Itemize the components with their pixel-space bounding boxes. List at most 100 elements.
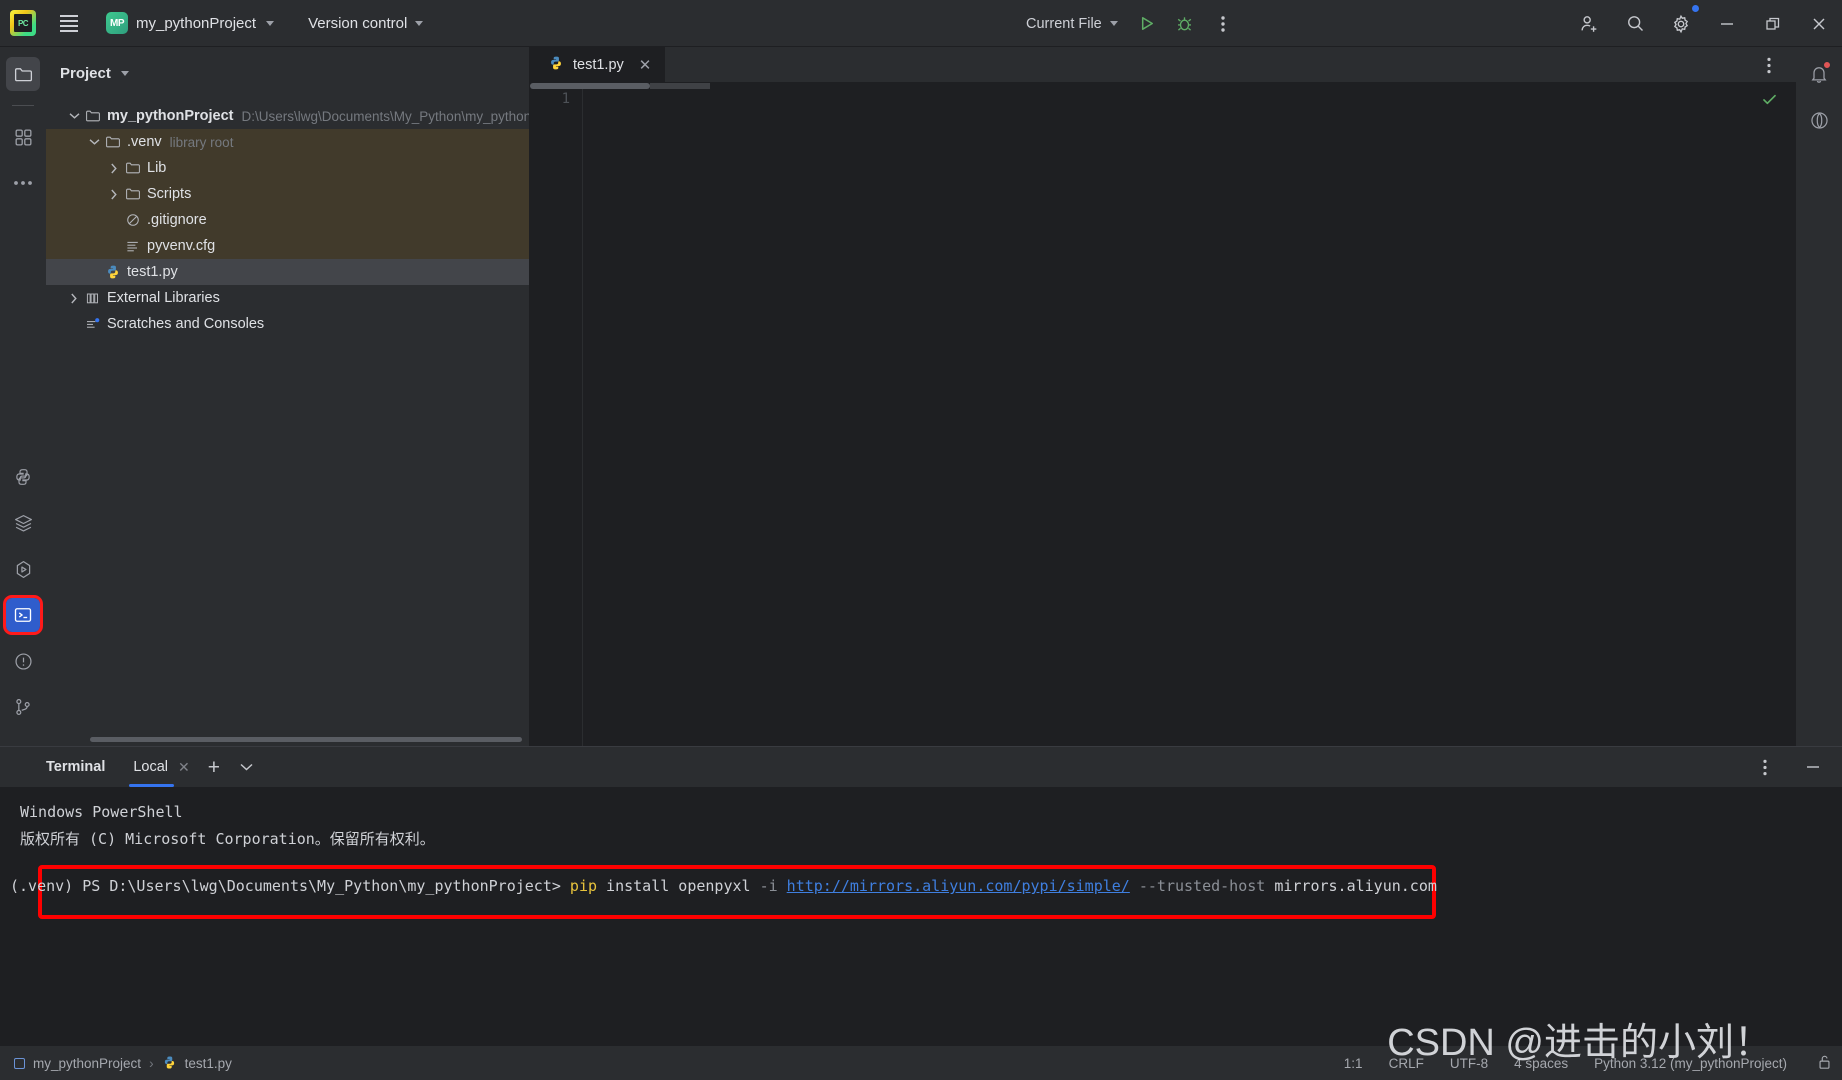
status-bar: my_pythonProject › test1.py 1:1 CRLF UTF… bbox=[0, 1046, 1842, 1080]
project-horizontal-scrollbar[interactable] bbox=[90, 737, 522, 742]
sidebar-item-structure[interactable] bbox=[6, 120, 40, 154]
terminal-prompt: (.venv) PS D:\Users\lwg\Documents\My_Pyt… bbox=[10, 877, 561, 895]
code-editor[interactable]: 1 bbox=[530, 83, 1796, 746]
file-encoding[interactable]: UTF-8 bbox=[1450, 1056, 1488, 1071]
chevron-right-icon[interactable] bbox=[66, 293, 82, 304]
folder-icon bbox=[82, 108, 104, 124]
maximize-icon[interactable] bbox=[1750, 0, 1796, 47]
code-content[interactable] bbox=[582, 83, 1796, 746]
more-options-icon[interactable] bbox=[1748, 750, 1782, 784]
close-icon[interactable]: ✕ bbox=[178, 759, 190, 776]
tree-node-pyvenv-cfg[interactable]: pyvenv.cfg bbox=[46, 233, 529, 259]
terminal-header-actions bbox=[1748, 747, 1830, 787]
folder-icon bbox=[122, 160, 144, 176]
sidebar-item-python-packages[interactable] bbox=[6, 460, 40, 494]
indent-setting[interactable]: 4 spaces bbox=[1514, 1056, 1568, 1071]
tree-node-external-libraries[interactable]: External Libraries bbox=[46, 285, 529, 311]
sidebar-item-project[interactable] bbox=[6, 57, 40, 91]
terminal-url-link[interactable]: http://mirrors.aliyun.com/pypi/simple/ bbox=[787, 877, 1130, 895]
chevron-down-icon bbox=[1109, 21, 1118, 26]
chevron-right-icon[interactable] bbox=[106, 163, 122, 174]
tree-node-scripts[interactable]: Scripts bbox=[46, 181, 529, 207]
python-interpreter[interactable]: Python 3.12 (my_pythonProject) bbox=[1594, 1056, 1787, 1071]
minimize-icon[interactable] bbox=[1704, 0, 1750, 47]
more-actions-icon[interactable] bbox=[1206, 7, 1240, 41]
settings-update-badge bbox=[1691, 4, 1700, 13]
breadcrumb: my_pythonProject › test1.py bbox=[14, 1055, 232, 1071]
search-everywhere-icon[interactable] bbox=[1612, 0, 1658, 47]
more-options-icon[interactable] bbox=[1752, 48, 1786, 82]
breadcrumb-project[interactable]: my_pythonProject bbox=[33, 1056, 141, 1071]
tree-node-label: Lib bbox=[147, 160, 167, 176]
logo-text: PC bbox=[17, 18, 29, 28]
sidebar-item-run[interactable] bbox=[6, 552, 40, 586]
editor-tab-test1[interactable]: test1.py ✕ bbox=[530, 46, 666, 83]
main-body: Project my_pythonProject D:\Users\lwg\Doc… bbox=[0, 46, 1842, 746]
terminal-command-line[interactable]: (.venv) PS D:\Users\lwg\Documents\My_Pyt… bbox=[10, 873, 1437, 900]
sidebar-item-version-control[interactable] bbox=[6, 690, 40, 724]
terminal-output[interactable]: Windows PowerShell 版权所有 (C) Microsoft Co… bbox=[0, 787, 1842, 1046]
terminal-header: Terminal Local ✕ + bbox=[0, 747, 1842, 787]
tree-node-venv[interactable]: .venv library root bbox=[46, 129, 529, 155]
tree-node-test1-py[interactable]: test1.py bbox=[46, 259, 529, 285]
inspection-ok-icon[interactable] bbox=[1761, 91, 1778, 113]
notifications-icon[interactable] bbox=[1802, 57, 1836, 91]
tree-node-gitignore[interactable]: .gitignore bbox=[46, 207, 529, 233]
rail-divider bbox=[12, 105, 34, 106]
project-badge: MP bbox=[106, 12, 128, 34]
left-tool-rail bbox=[0, 47, 46, 746]
tree-node-label: my_pythonProject bbox=[107, 108, 234, 124]
project-selector[interactable]: MP my_pythonProject bbox=[98, 8, 282, 38]
right-tool-rail bbox=[1796, 47, 1842, 746]
chevron-down-icon[interactable] bbox=[120, 70, 129, 76]
project-tool-window: Project my_pythonProject D:\Users\lwg\Doc… bbox=[46, 47, 530, 746]
gitignore-icon bbox=[122, 212, 144, 228]
terminal-tab-local[interactable]: Local ✕ bbox=[129, 747, 190, 787]
title-bar-right-actions bbox=[1566, 0, 1842, 47]
chevron-down-icon[interactable] bbox=[86, 138, 102, 146]
run-icon[interactable] bbox=[1130, 7, 1164, 41]
sidebar-item-problems[interactable] bbox=[6, 644, 40, 678]
caret-position[interactable]: 1:1 bbox=[1344, 1056, 1363, 1071]
terminal-command-args: install openpyxl bbox=[597, 877, 760, 895]
folder-icon bbox=[102, 134, 124, 150]
settings-icon[interactable] bbox=[1658, 0, 1704, 47]
project-panel-header[interactable]: Project bbox=[46, 55, 529, 91]
line-separator[interactable]: CRLF bbox=[1389, 1056, 1424, 1071]
pycharm-window: PC MP my_pythonProject Version control C… bbox=[0, 0, 1842, 1080]
tree-node-scratches-and-consoles[interactable]: Scratches and Consoles bbox=[46, 311, 529, 337]
add-icon[interactable]: + bbox=[208, 757, 220, 778]
chevron-down-icon[interactable] bbox=[240, 758, 253, 776]
terminal-flag-index: -i bbox=[759, 877, 778, 895]
add-user-icon[interactable] bbox=[1566, 0, 1612, 47]
unlocked-icon[interactable] bbox=[1817, 1054, 1832, 1073]
tree-node-sublabel: library root bbox=[169, 134, 234, 150]
run-configuration-selector[interactable]: Current File bbox=[1018, 11, 1126, 37]
tree-node-label: Scripts bbox=[147, 186, 192, 202]
close-icon[interactable] bbox=[1796, 0, 1842, 47]
sidebar-item-more-tool-windows[interactable] bbox=[6, 166, 40, 200]
minimize-icon[interactable] bbox=[1796, 750, 1830, 784]
editor-horizontal-scrollbar[interactable] bbox=[530, 83, 650, 89]
scratches-icon bbox=[82, 316, 104, 332]
editor-tab-actions bbox=[1752, 47, 1786, 83]
tree-node-my-pythonproject[interactable]: my_pythonProject D:\Users\lwg\Documents\M… bbox=[46, 103, 529, 129]
ai-assistant-icon[interactable] bbox=[1802, 103, 1836, 137]
sidebar-item-services[interactable] bbox=[6, 506, 40, 540]
line-number: 1 bbox=[561, 91, 570, 107]
breadcrumb-separator: › bbox=[149, 1055, 154, 1071]
close-icon[interactable]: ✕ bbox=[639, 56, 652, 74]
breadcrumb-file[interactable]: test1.py bbox=[185, 1056, 232, 1071]
chevron-right-icon[interactable] bbox=[106, 189, 122, 200]
sidebar-item-terminal[interactable] bbox=[3, 595, 43, 635]
debug-icon[interactable] bbox=[1168, 7, 1202, 41]
tree-node-lib[interactable]: Lib bbox=[46, 155, 529, 181]
editor-scroll-track bbox=[650, 83, 710, 89]
chevron-down-icon[interactable] bbox=[66, 112, 82, 120]
editor-tab-bar: test1.py ✕ bbox=[530, 46, 1796, 83]
terminal-title: Terminal bbox=[46, 759, 106, 775]
tree-node-sublabel: D:\Users\lwg\Documents\My_Python\my_pyth… bbox=[241, 108, 530, 124]
main-menu-button[interactable] bbox=[54, 8, 84, 38]
version-control-menu[interactable]: Version control bbox=[300, 11, 431, 36]
terminal-tool-window: Terminal Local ✕ + Windows PowerShell 版权… bbox=[0, 746, 1842, 1046]
